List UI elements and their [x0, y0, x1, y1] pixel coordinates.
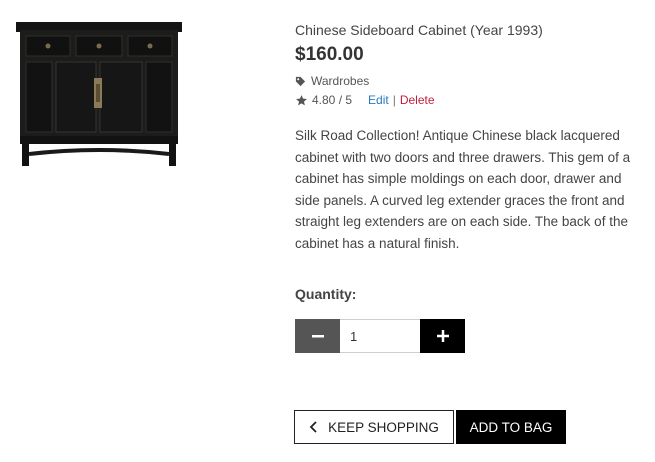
delete-link[interactable]: Delete [400, 93, 435, 107]
product-description: Silk Road Collection! Antique Chinese bl… [295, 128, 631, 251]
plus-icon [436, 330, 449, 342]
add-to-bag-label: ADD TO BAG [469, 419, 553, 435]
keep-shopping-label: KEEP SHOPPING [328, 419, 439, 435]
rating-row: 4.80 / 5 Edit | Delete [295, 93, 645, 107]
link-separator: | [392, 93, 396, 107]
product-price: $160.00 [295, 44, 364, 65]
product-title: Chinese Sideboard Cabinet (Year 1993) [295, 22, 543, 38]
add-to-bag-button[interactable]: ADD TO BAG [456, 410, 566, 444]
cabinet-image [16, 22, 182, 166]
tag-icon [295, 76, 306, 86]
category-label[interactable]: Wardrobes [311, 74, 369, 88]
category-row: Wardrobes [295, 74, 645, 88]
action-buttons: KEEP SHOPPING ADD TO BAG [294, 410, 566, 444]
rating-value: 4.80 / 5 [312, 93, 353, 107]
minus-icon [311, 335, 324, 338]
quantity-label: Quantity: [295, 286, 357, 302]
quantity-increase-button[interactable] [420, 319, 465, 353]
chevron-left-icon [309, 421, 317, 433]
edit-link[interactable]: Edit [368, 93, 389, 107]
star-icon [296, 94, 307, 105]
quantity-decrease-button[interactable] [295, 319, 340, 353]
quantity-stepper [295, 319, 465, 353]
keep-shopping-button[interactable]: KEEP SHOPPING [294, 410, 454, 444]
product-info: Chinese Sideboard Cabinet (Year 1993) $1… [295, 20, 645, 254]
product-image [14, 18, 184, 170]
quantity-input[interactable] [340, 319, 420, 353]
